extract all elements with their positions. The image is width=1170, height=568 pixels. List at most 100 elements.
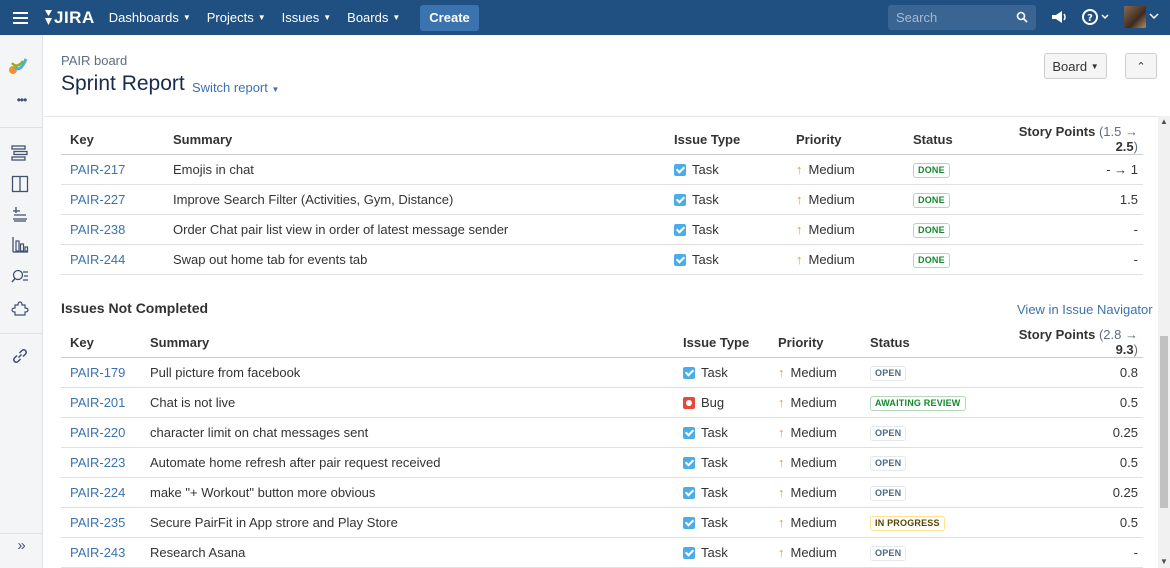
column-issue-type[interactable]: Issue Type: [674, 327, 769, 358]
task-type-icon: [674, 164, 686, 176]
column-summary[interactable]: Summary: [141, 327, 674, 358]
chevron-down-icon: ▼: [271, 85, 280, 94]
column-issue-type[interactable]: Issue Type: [665, 124, 787, 155]
board-button[interactable]: Board ▼: [1044, 53, 1107, 79]
sidebar-divider: [0, 127, 43, 128]
issue-type-cell: Bug: [674, 387, 769, 418]
issue-key-link[interactable]: PAIR-217: [61, 154, 164, 185]
column-key[interactable]: Key: [61, 327, 141, 358]
breadcrumb[interactable]: PAIR board: [61, 53, 127, 68]
megaphone-icon[interactable]: [1050, 8, 1068, 26]
reports-icon[interactable]: [11, 236, 29, 254]
switch-report-dropdown[interactable]: Switch report ▼: [192, 80, 279, 95]
story-points-value: 0.5: [986, 507, 1143, 538]
project-avatar[interactable]: [6, 53, 32, 79]
search-input[interactable]: Search: [888, 5, 1036, 30]
table-row[interactable]: PAIR-235 Secure PairFit in App strore and…: [61, 507, 1143, 538]
task-type-icon: [683, 487, 695, 499]
issue-type-cell: Task: [674, 537, 769, 568]
issue-key-link[interactable]: PAIR-201: [61, 387, 141, 418]
column-status[interactable]: Status: [904, 124, 987, 155]
column-priority[interactable]: Priority: [769, 327, 861, 358]
table-row[interactable]: PAIR-227 Improve Search Filter (Activitie…: [61, 184, 1143, 215]
expand-sidebar-icon[interactable]: »: [0, 537, 43, 554]
status-badge: DONE: [913, 223, 950, 238]
column-summary[interactable]: Summary: [164, 124, 665, 155]
table-row[interactable]: PAIR-217 Emojis in chat Task ↑ Medium DONE - →…: [61, 154, 1143, 185]
table-header-row: Key Summary Issue Type Priority Status S…: [61, 124, 1143, 155]
issue-key-link[interactable]: PAIR-224: [61, 477, 141, 508]
issue-key-link[interactable]: PAIR-235: [61, 507, 141, 538]
table-row[interactable]: PAIR-244 Swap out home tab for events tab…: [61, 244, 1143, 275]
table-row[interactable]: PAIR-224 make "+ Workout" button more obv…: [61, 477, 1143, 508]
issue-key-link[interactable]: PAIR-244: [61, 244, 164, 275]
issue-key-link[interactable]: PAIR-227: [61, 184, 164, 215]
nav-issues[interactable]: Issues ▼: [282, 10, 332, 25]
status-badge: AWAITING REVIEW: [870, 396, 966, 411]
board-button-label: Board: [1052, 58, 1088, 74]
issue-type-label: Task: [692, 252, 719, 267]
issue-key-link[interactable]: PAIR-243: [61, 537, 141, 568]
column-key[interactable]: Key: [61, 124, 164, 155]
status-badge: OPEN: [870, 366, 907, 381]
issue-type-cell: Task: [674, 417, 769, 448]
nav-projects-label: Projects: [206, 10, 254, 25]
table-row[interactable]: PAIR-201 Chat is not live Bug ↑ Medium AWAITI…: [61, 387, 1143, 418]
nav-projects[interactable]: Projects ▼: [207, 10, 266, 25]
priority-cell: ↑ Medium: [769, 477, 861, 508]
issues-icon[interactable]: [11, 268, 29, 286]
status-badge: DONE: [913, 163, 950, 178]
issue-key-link[interactable]: PAIR-179: [61, 357, 141, 388]
releases-icon[interactable]: [11, 205, 29, 223]
table-row[interactable]: PAIR-179 Pull picture from facebook Task ↑ M…: [61, 357, 1143, 388]
column-priority[interactable]: Priority: [787, 124, 904, 155]
issue-summary: Research Asana: [141, 537, 674, 568]
chevron-down-icon[interactable]: [1149, 13, 1159, 21]
priority-cell: ↑ Medium: [787, 214, 904, 245]
nav-dashboards[interactable]: Dashboards ▼: [109, 10, 191, 25]
issue-key-link[interactable]: PAIR-238: [61, 214, 164, 245]
task-type-icon: [683, 427, 695, 439]
issue-type-label: Task: [701, 485, 728, 500]
scrollbar[interactable]: ▲ ▼: [1158, 116, 1170, 568]
more-icon[interactable]: •••: [0, 93, 43, 107]
story-points-value: 0.5: [986, 447, 1143, 478]
sp-from: 2.8: [1103, 327, 1122, 342]
add-link-icon[interactable]: [11, 347, 29, 365]
menu-icon[interactable]: [0, 0, 40, 35]
column-status[interactable]: Status: [861, 327, 986, 358]
components-icon[interactable]: [11, 299, 29, 317]
nav-boards[interactable]: Boards ▼: [347, 10, 400, 25]
scrollbar-thumb[interactable]: [1160, 336, 1168, 508]
create-button[interactable]: Create: [420, 4, 479, 31]
task-type-icon: [683, 547, 695, 559]
story-points-label: Story Points: [1018, 327, 1096, 342]
backlog-icon[interactable]: [11, 144, 29, 162]
issue-summary: Emojis in chat: [164, 154, 665, 185]
active-sprints-icon[interactable]: [11, 175, 29, 193]
column-story-points[interactable]: Story Points (1.5 → 2.5): [987, 124, 1143, 155]
collapse-header-button[interactable]: ⌃: [1125, 53, 1157, 79]
table-row[interactable]: PAIR-223 Automate home refresh after pair…: [61, 447, 1143, 478]
view-in-issue-navigator-link[interactable]: View in Issue Navigator: [1017, 302, 1153, 317]
nav-issues-label: Issues: [281, 10, 320, 25]
story-points-value: -: [986, 537, 1143, 568]
column-story-points[interactable]: Story Points (2.8 → 9.3): [986, 327, 1143, 358]
issue-type-label: Task: [692, 222, 719, 237]
priority-medium-icon: ↑: [778, 515, 785, 530]
help-icon[interactable]: ?: [1082, 8, 1110, 26]
scroll-down-icon[interactable]: ▼: [1160, 558, 1168, 566]
priority-label: Medium: [790, 425, 837, 440]
table-row[interactable]: PAIR-238 Order Chat pair list view in ord…: [61, 214, 1143, 245]
issue-key-link[interactable]: PAIR-223: [61, 447, 141, 478]
avatar[interactable]: [1124, 6, 1146, 28]
table-row[interactable]: PAIR-220 character limit on chat messages…: [61, 417, 1143, 448]
scroll-up-icon[interactable]: ▲: [1160, 118, 1168, 126]
story-points-value: 0.25: [986, 417, 1143, 448]
jira-logo[interactable]: JIRA: [44, 8, 95, 28]
issue-type-cell: Task: [674, 477, 769, 508]
issue-type-cell: Task: [674, 357, 769, 388]
table-row[interactable]: PAIR-243 Research Asana Task ↑ Medium OPEN -: [61, 537, 1143, 568]
issue-key-link[interactable]: PAIR-220: [61, 417, 141, 448]
status-badge: OPEN: [870, 456, 907, 471]
